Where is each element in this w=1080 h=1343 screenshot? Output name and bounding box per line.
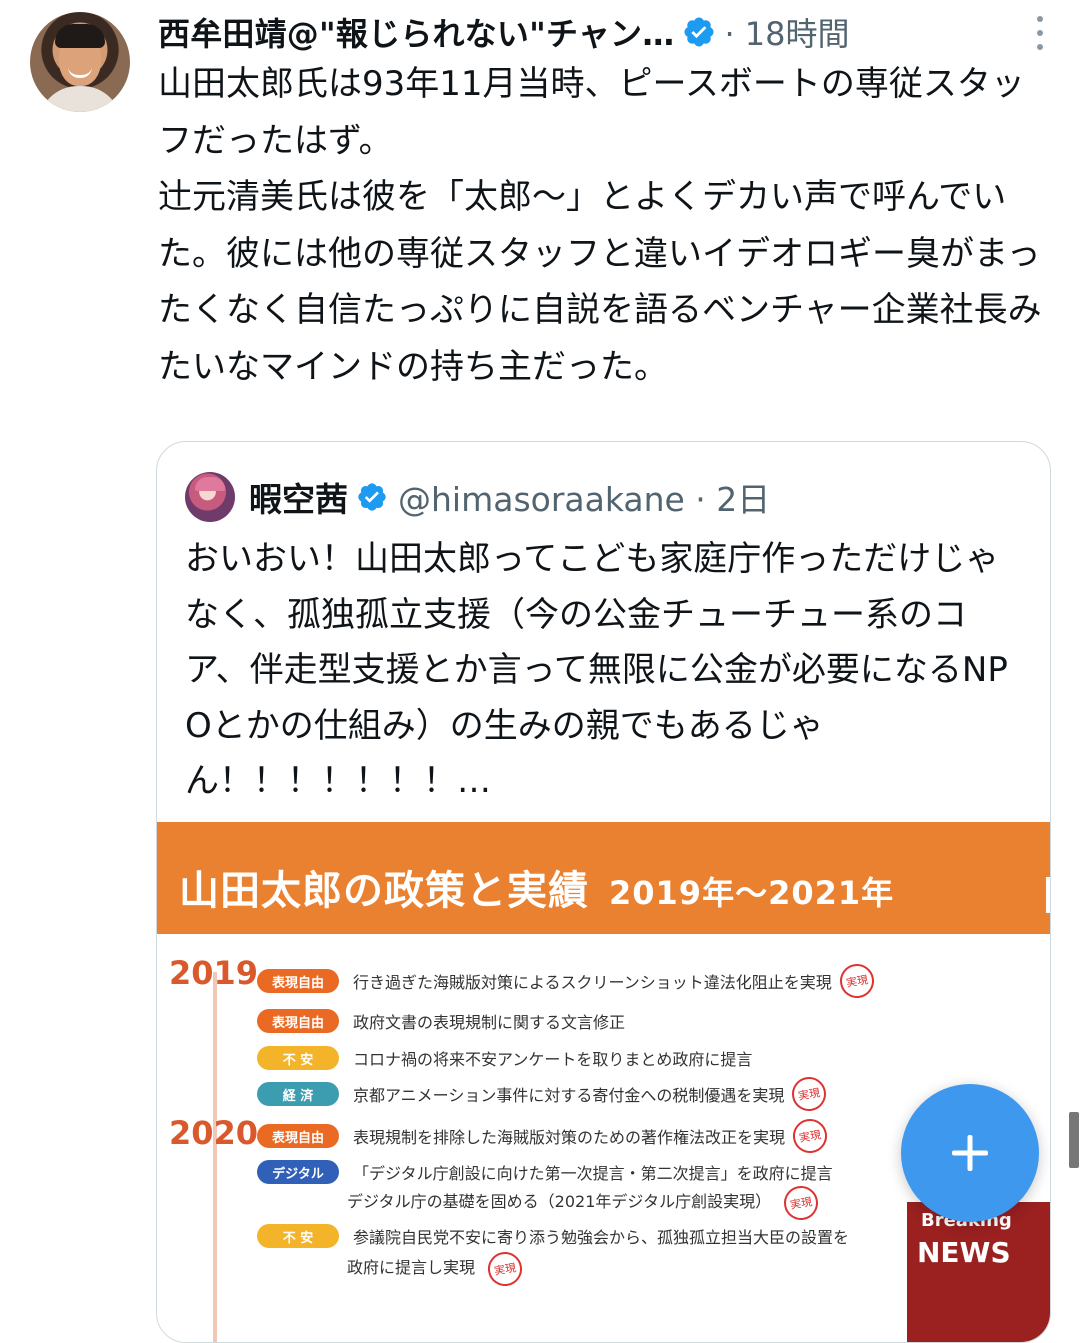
- scrollbar[interactable]: [1069, 1112, 1079, 1168]
- policy-row: 表現自由 表現規制を排除した海賊版対策のための著作権法改正を実現 実現: [257, 1116, 830, 1156]
- timeline-line: [213, 972, 217, 1342]
- quoted-handle-time[interactable]: @himasoraakane · 2日: [398, 473, 770, 521]
- tweet-header: 西牟田靖@"報じられない"チャン… · 18時間: [158, 8, 1058, 56]
- policy-text: 政府文書の表現規制に関する文言修正: [353, 1013, 626, 1032]
- news-label: NEWS: [917, 1236, 1011, 1269]
- policy-text: 京都アニメーション事件に対する寄付金への税制優遇を実現: [353, 1086, 785, 1105]
- policy-row: デジタル 「デジタル庁創設に向けた第一次提言・第二次提言」を政府に提言: [257, 1158, 833, 1186]
- policy-tag: デジタル: [257, 1160, 339, 1184]
- policy-row: 表現自由 政府文書の表現規制に関する文言修正: [257, 1007, 625, 1035]
- quoted-author-avatar[interactable]: [185, 472, 235, 522]
- policy-text-line2: デジタル庁の基礎を固める（2021年デジタル庁創設実現）: [347, 1192, 772, 1211]
- quoted-author-name[interactable]: 暇空茜: [249, 473, 348, 521]
- plus-icon: [952, 1135, 988, 1171]
- policy-tag: 不 安: [257, 1046, 339, 1070]
- policy-tag: 表現自由: [257, 1009, 339, 1033]
- quoted-tweet[interactable]: 暇空茜 @himasoraakane · 2日 おいおい！山田太郎ってこども家庭…: [156, 441, 1051, 1343]
- policy-text-continued: デジタル庁の基礎を固める（2021年デジタル庁創設実現） 実現: [347, 1183, 821, 1223]
- year-label: 2020: [169, 1114, 259, 1152]
- more-dot-icon: [1037, 44, 1043, 50]
- policy-text: コロナ禍の将来不安アンケートを取りまとめ政府に提言: [353, 1050, 753, 1069]
- policy-text-line2: 政府に提言し実現: [347, 1258, 476, 1277]
- banner-edge: [1046, 877, 1050, 913]
- policy-text: 参議院自民党不安に寄り添う勉強会から、孤独孤立担当大臣の設置を: [353, 1228, 850, 1247]
- image-title-text: 山田太郎の政策と実績: [179, 868, 589, 914]
- policy-text: 「デジタル庁創設に向けた第一次提言・第二次提言」を政府に提言: [353, 1164, 833, 1183]
- more-dot-icon: [1037, 16, 1043, 22]
- avatar-shirt: [38, 86, 122, 112]
- policy-row: 不 安 コロナ禍の将来不安アンケートを取りまとめ政府に提言: [257, 1044, 752, 1072]
- policy-text: 行き過ぎた海賊版対策によるスクリーンショット違法化阻止を実現: [353, 973, 832, 992]
- image-banner: 山田太郎の政策と実績 2019年〜2021年: [157, 822, 1050, 934]
- achieved-stamp: 実現: [789, 1074, 830, 1114]
- breaking-news-graphic: Breaking NEWS: [907, 1202, 1050, 1342]
- policy-row: 経 済 京都アニメーション事件に対する寄付金への税制優遇を実現 実現: [257, 1074, 830, 1114]
- policy-row: 不 安 参議院自民党不安に寄り添う勉強会から、孤独孤立担当大臣の設置を: [257, 1222, 849, 1250]
- year-label: 2019: [169, 954, 259, 992]
- tweet[interactable]: 西牟田靖@"報じられない"チャン… · 18時間 山田太郎氏は93年11月当時、…: [0, 0, 1080, 1343]
- compose-fab-button[interactable]: [901, 1084, 1039, 1222]
- policy-tag: 不 安: [257, 1224, 339, 1248]
- image-title: 山田太郎の政策と実績 2019年〜2021年: [179, 858, 894, 916]
- achieved-stamp: 実現: [790, 1116, 830, 1156]
- verified-badge-icon: [684, 17, 714, 47]
- policy-text: 表現規制を排除した海賊版対策のための著作権法改正を実現: [353, 1128, 786, 1147]
- policy-row: 表現自由 行き過ぎた海賊版対策によるスクリーンショット違法化阻止を実現 実現: [257, 961, 877, 1001]
- quoted-tweet-text: おいおい！山田太郎ってこども家庭庁作っただけじゃなく、孤独孤立支援（今の公金チュ…: [185, 539, 1008, 801]
- author-avatar[interactable]: [30, 12, 130, 112]
- policy-tag: 経 済: [257, 1082, 339, 1106]
- quoted-tweet-header: 暇空茜 @himasoraakane · 2日: [185, 472, 770, 522]
- tweet-text: 山田太郎氏は93年11月当時、ピースボートの専従スタッフだったはず。 辻元清美氏…: [158, 64, 1042, 387]
- policy-text-continued: 政府に提言し実現 実現: [347, 1249, 525, 1289]
- image-title-years: 2019年〜2021年: [609, 874, 895, 912]
- avatar-hair: [55, 24, 105, 48]
- verified-badge-icon: [358, 483, 386, 511]
- policy-tag: 表現自由: [257, 969, 339, 993]
- achieved-stamp: 実現: [837, 961, 877, 1001]
- achieved-stamp: 実現: [781, 1183, 821, 1223]
- more-dot-icon: [1037, 30, 1043, 36]
- tweet-time[interactable]: · 18時間: [724, 9, 849, 55]
- policy-tag: 表現自由: [257, 1124, 339, 1148]
- author-name[interactable]: 西牟田靖@"報じられない"チャン…: [158, 9, 674, 55]
- quoted-image[interactable]: 山田太郎の政策と実績 2019年〜2021年 2019 2020 表現自由 行き過…: [157, 822, 1050, 1342]
- more-vertical-icon[interactable]: [1036, 16, 1044, 50]
- achieved-stamp: 実現: [485, 1249, 525, 1289]
